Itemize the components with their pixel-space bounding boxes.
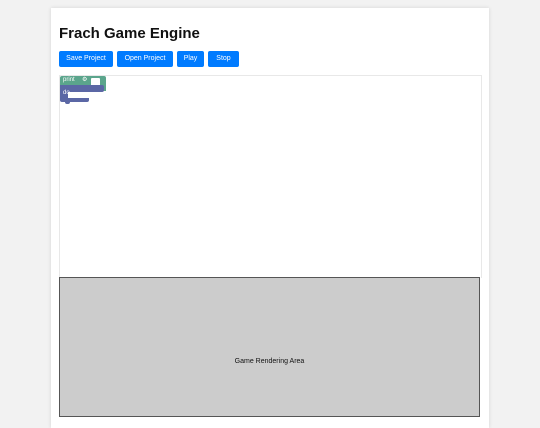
do-block[interactable]: do xyxy=(60,89,89,104)
print-block-label: print xyxy=(63,77,75,83)
game-rendering-area[interactable]: Game Rendering Area xyxy=(59,277,480,417)
blocks-workspace[interactable]: print ⚙ do xyxy=(59,75,482,278)
do-statement-slot[interactable] xyxy=(68,92,89,98)
app-container: Frach Game Engine Save Project Open Proj… xyxy=(51,8,489,428)
toolbar: Save Project Open Project Play Stop xyxy=(59,51,239,67)
page-title: Frach Game Engine xyxy=(59,25,200,42)
stop-button[interactable]: Stop xyxy=(208,51,239,67)
game-rendering-label: Game Rendering Area xyxy=(234,358,305,365)
block-connector-nub xyxy=(65,101,70,104)
open-project-button[interactable]: Open Project xyxy=(117,51,173,67)
save-project-button[interactable]: Save Project xyxy=(59,51,113,67)
gear-icon[interactable]: ⚙ xyxy=(82,76,87,83)
play-button[interactable]: Play xyxy=(177,51,204,67)
